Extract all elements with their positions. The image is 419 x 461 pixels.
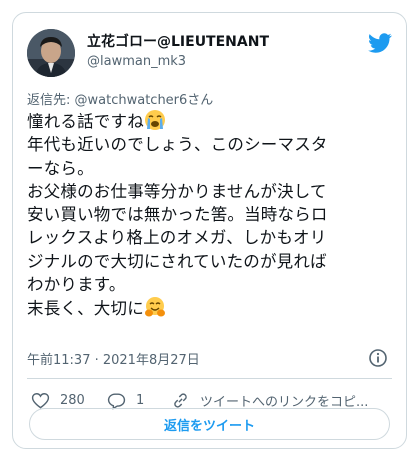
reply-context: 返信先: @watchwatcher6さん (27, 89, 213, 108)
copy-link-label: ツイートへのリンクをコピ... (200, 394, 369, 410)
tweet-line: お父様のお仕事等分かりませんが決して (27, 181, 327, 201)
tweet-line: ジナルので大切にされていたのが見れば (27, 251, 327, 271)
tweet-line: わかります。 (27, 275, 126, 295)
reply-bubble-icon (107, 392, 126, 410)
timestamp[interactable]: 午前11:37 · 2021年8月27日 (27, 353, 200, 368)
reply-tweet-button[interactable]: 返信をツイート (29, 408, 390, 440)
tweet-line: ーなら。 (27, 158, 94, 178)
tweet-card: 立花ゴロー@LIEUTENANT @lawman_mk3 返信先: @watch… (12, 12, 407, 449)
reply-mention-link[interactable]: @watchwatcher6さん (75, 93, 214, 108)
author-names: 立花ゴロー@LIEUTENANT @lawman_mk3 (87, 33, 269, 71)
reply-prefix: 返信先: (27, 93, 75, 108)
display-name[interactable]: 立花ゴロー@LIEUTENANT (87, 33, 269, 51)
like-count: 280 (60, 392, 85, 408)
tweet-text: 憧れる話ですね 年代も近いのでしょう、このシーマスタ ーなら。 お父様のお仕事等… (27, 109, 397, 321)
user-handle[interactable]: @lawman_mk3 (87, 53, 269, 71)
tweet-line: 末長く、大切に (27, 296, 397, 320)
crying-face-emoji-icon (144, 110, 165, 130)
tweet-header: 立花ゴロー@LIEUTENANT @lawman_mk3 (27, 27, 392, 79)
avatar[interactable] (27, 29, 75, 77)
info-icon[interactable] (368, 348, 388, 368)
tweet-line: レックスより格上のオメガ、しかもオリ (27, 228, 327, 248)
tweet-line: 憧れる話ですね (27, 109, 397, 133)
twitter-bird-icon[interactable] (368, 31, 392, 55)
timestamp-row: 午前11:37 · 2021年8月27日 (27, 349, 392, 369)
tweet-line: 安い買い物では無かった筈。当時ならロ (27, 205, 328, 225)
hugging-face-emoji-icon (144, 297, 165, 317)
reply-tweet-label: 返信をツイート (163, 418, 255, 434)
divider (27, 378, 392, 379)
heart-icon (31, 392, 50, 409)
link-icon (174, 392, 187, 408)
reply-count: 1 (136, 392, 145, 408)
tweet-line: 年代も近いのでしょう、このシーマスタ (27, 135, 328, 155)
